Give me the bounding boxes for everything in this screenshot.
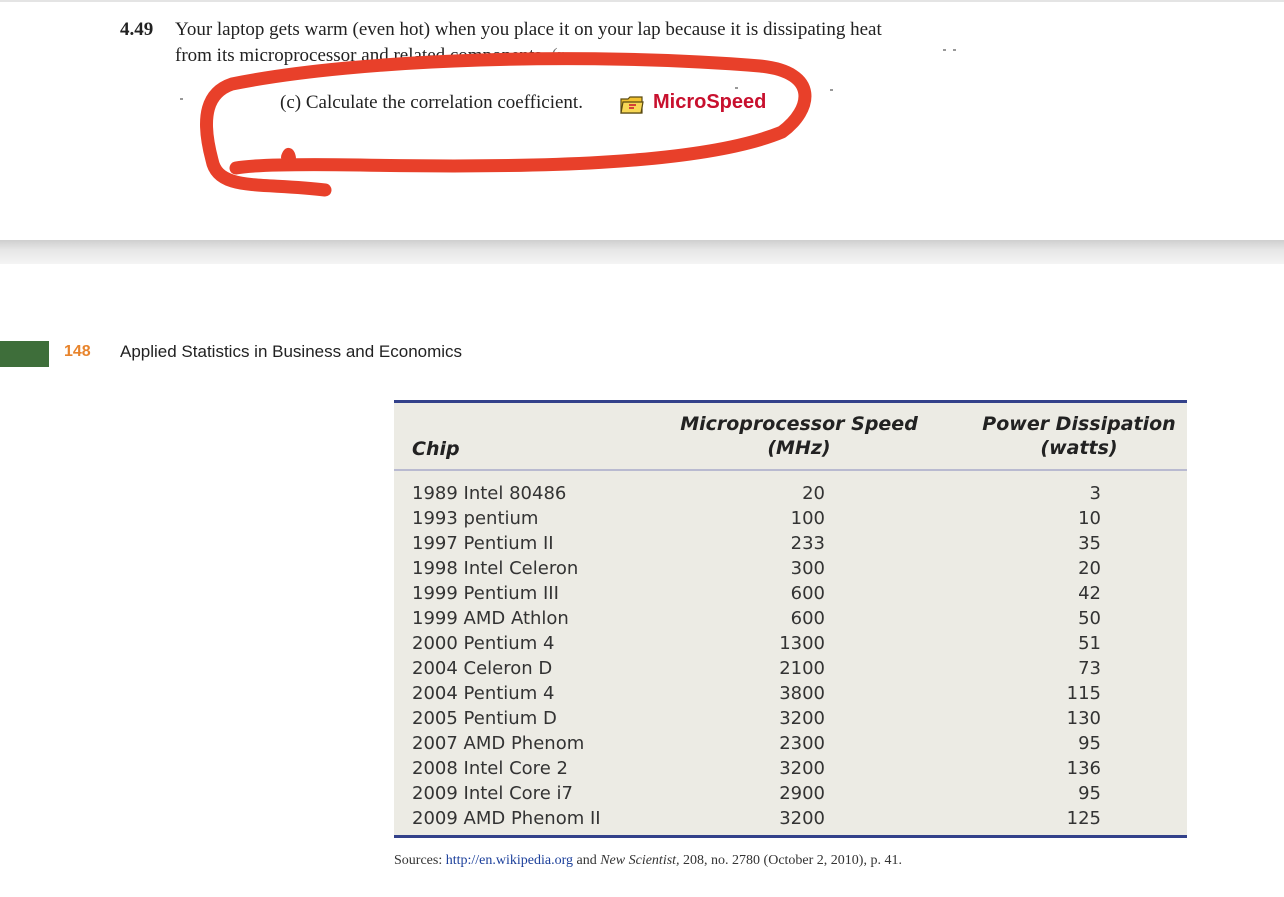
header-power-line-1: Power Dissipation bbox=[982, 413, 1176, 435]
scan-speck bbox=[180, 98, 183, 100]
cell-speed: 3200 bbox=[779, 708, 825, 729]
sources-note: Sources: http://en.wikipedia.org and New… bbox=[394, 853, 902, 869]
cell-power: 3 bbox=[1089, 483, 1101, 504]
cell-chip: 2007 AMD Phenom bbox=[412, 733, 585, 754]
cell-chip: 1989 Intel 80486 bbox=[412, 483, 567, 504]
problem-line-2: from its microprocessor and related comp… bbox=[175, 43, 564, 68]
header-power: Power Dissipation (watts) bbox=[974, 412, 1184, 460]
header-rule bbox=[394, 469, 1187, 471]
cell-speed: 3800 bbox=[779, 683, 825, 704]
data-folder-icon[interactable] bbox=[620, 95, 644, 115]
cell-speed: 20 bbox=[802, 483, 825, 504]
cell-speed: 1300 bbox=[779, 633, 825, 654]
cell-power: 115 bbox=[1066, 683, 1101, 704]
problem-line-1: Your laptop gets warm (even hot) when yo… bbox=[175, 19, 882, 40]
table-row: 1997 Pentium II 233 35 bbox=[394, 531, 1187, 556]
cell-chip: 2005 Pentium D bbox=[412, 708, 557, 729]
problem-line-2-text: from its microprocessor and related comp… bbox=[175, 45, 547, 66]
cell-chip: 1997 Pentium II bbox=[412, 533, 554, 554]
table-body: 1989 Intel 80486 20 3 1993 pentium 100 10 1997… bbox=[394, 481, 1187, 831]
cell-chip: 1999 Pentium III bbox=[412, 583, 559, 604]
table-row: 2004 Celeron D 2100 73 bbox=[394, 656, 1187, 681]
cell-chip: 2009 Intel Core i7 bbox=[412, 783, 573, 804]
cell-speed: 233 bbox=[790, 533, 825, 554]
scan-speck bbox=[943, 49, 946, 51]
table-row: 1999 Pentium III 600 42 bbox=[394, 581, 1187, 606]
cell-speed: 2100 bbox=[779, 658, 825, 679]
cell-chip: 2004 Pentium 4 bbox=[412, 683, 555, 704]
table-row: 2000 Pentium 4 1300 51 bbox=[394, 631, 1187, 656]
scan-speck bbox=[735, 87, 738, 89]
dataset-link-microspeed[interactable]: MicroSpeed bbox=[653, 91, 766, 114]
cell-speed: 2300 bbox=[779, 733, 825, 754]
cell-power: 51 bbox=[1078, 633, 1101, 654]
sources-link[interactable]: http://en.wikipedia.org bbox=[446, 853, 573, 868]
part-c-question: (c) Calculate the correlation coefficien… bbox=[280, 92, 583, 113]
problem-line-2-trail: (r bbox=[546, 45, 564, 66]
running-head-bar bbox=[0, 341, 49, 367]
cell-chip: 1993 pentium bbox=[412, 508, 539, 529]
cell-power: 10 bbox=[1078, 508, 1101, 529]
table-row: 1998 Intel Celeron 300 20 bbox=[394, 556, 1187, 581]
cell-chip: 2004 Celeron D bbox=[412, 658, 553, 679]
table-row: 1999 AMD Athlon 600 50 bbox=[394, 606, 1187, 631]
top-edge-rule bbox=[0, 0, 1284, 2]
book-title: Applied Statistics in Business and Econo… bbox=[120, 342, 463, 361]
cell-power: 20 bbox=[1078, 558, 1101, 579]
header-speed-line-1: Microprocessor Speed bbox=[680, 413, 918, 435]
cell-speed: 600 bbox=[790, 583, 825, 604]
cell-power: 130 bbox=[1066, 708, 1101, 729]
table-row: 1993 pentium 100 10 bbox=[394, 506, 1187, 531]
cell-chip: 2009 AMD Phenom II bbox=[412, 808, 601, 829]
table-row: 2007 AMD Phenom 2300 95 bbox=[394, 731, 1187, 756]
cell-power: 136 bbox=[1066, 758, 1101, 779]
table-row: 1989 Intel 80486 20 3 bbox=[394, 481, 1187, 506]
sources-journal: New Scientist, bbox=[600, 853, 680, 868]
page-number: 148 bbox=[64, 343, 91, 360]
data-table: Chip Microprocessor Speed (MHz) Power Di… bbox=[394, 400, 1187, 838]
header-speed: Microprocessor Speed (MHz) bbox=[669, 412, 929, 460]
header-speed-line-2: (MHz) bbox=[767, 437, 831, 459]
cell-power: 73 bbox=[1078, 658, 1101, 679]
cell-power: 95 bbox=[1078, 783, 1101, 804]
cell-speed: 100 bbox=[790, 508, 825, 529]
cell-power: 35 bbox=[1078, 533, 1101, 554]
table-row: 2009 AMD Phenom II 3200 125 bbox=[394, 806, 1187, 831]
table-row: 2009 Intel Core i7 2900 95 bbox=[394, 781, 1187, 806]
cell-power: 42 bbox=[1078, 583, 1101, 604]
cell-chip: 2000 Pentium 4 bbox=[412, 633, 555, 654]
sources-suffix: 208, no. 2780 (October 2, 2010), p. 41. bbox=[679, 853, 902, 868]
header-power-line-2: (watts) bbox=[1040, 437, 1118, 459]
table-row: 2008 Intel Core 2 3200 136 bbox=[394, 756, 1187, 781]
table-row: 2004 Pentium 4 3800 115 bbox=[394, 681, 1187, 706]
cell-speed: 2900 bbox=[779, 783, 825, 804]
cell-chip: 2008 Intel Core 2 bbox=[412, 758, 568, 779]
table-row: 2005 Pentium D 3200 130 bbox=[394, 706, 1187, 731]
cell-chip: 1999 AMD Athlon bbox=[412, 608, 569, 629]
problem-number: 4.49 bbox=[120, 19, 154, 40]
cell-speed: 3200 bbox=[779, 758, 825, 779]
header-chip: Chip bbox=[412, 438, 460, 460]
sources-prefix: Sources: bbox=[394, 853, 446, 868]
scan-speck bbox=[953, 49, 956, 51]
cell-speed: 300 bbox=[790, 558, 825, 579]
cell-speed: 600 bbox=[790, 608, 825, 629]
scan-speck bbox=[830, 89, 833, 91]
cell-speed: 3200 bbox=[779, 808, 825, 829]
cell-power: 50 bbox=[1078, 608, 1101, 629]
cell-power: 95 bbox=[1078, 733, 1101, 754]
cell-chip: 1998 Intel Celeron bbox=[412, 558, 579, 579]
page-separator bbox=[0, 240, 1284, 264]
cell-power: 125 bbox=[1066, 808, 1101, 829]
sources-middle: and bbox=[573, 853, 601, 868]
